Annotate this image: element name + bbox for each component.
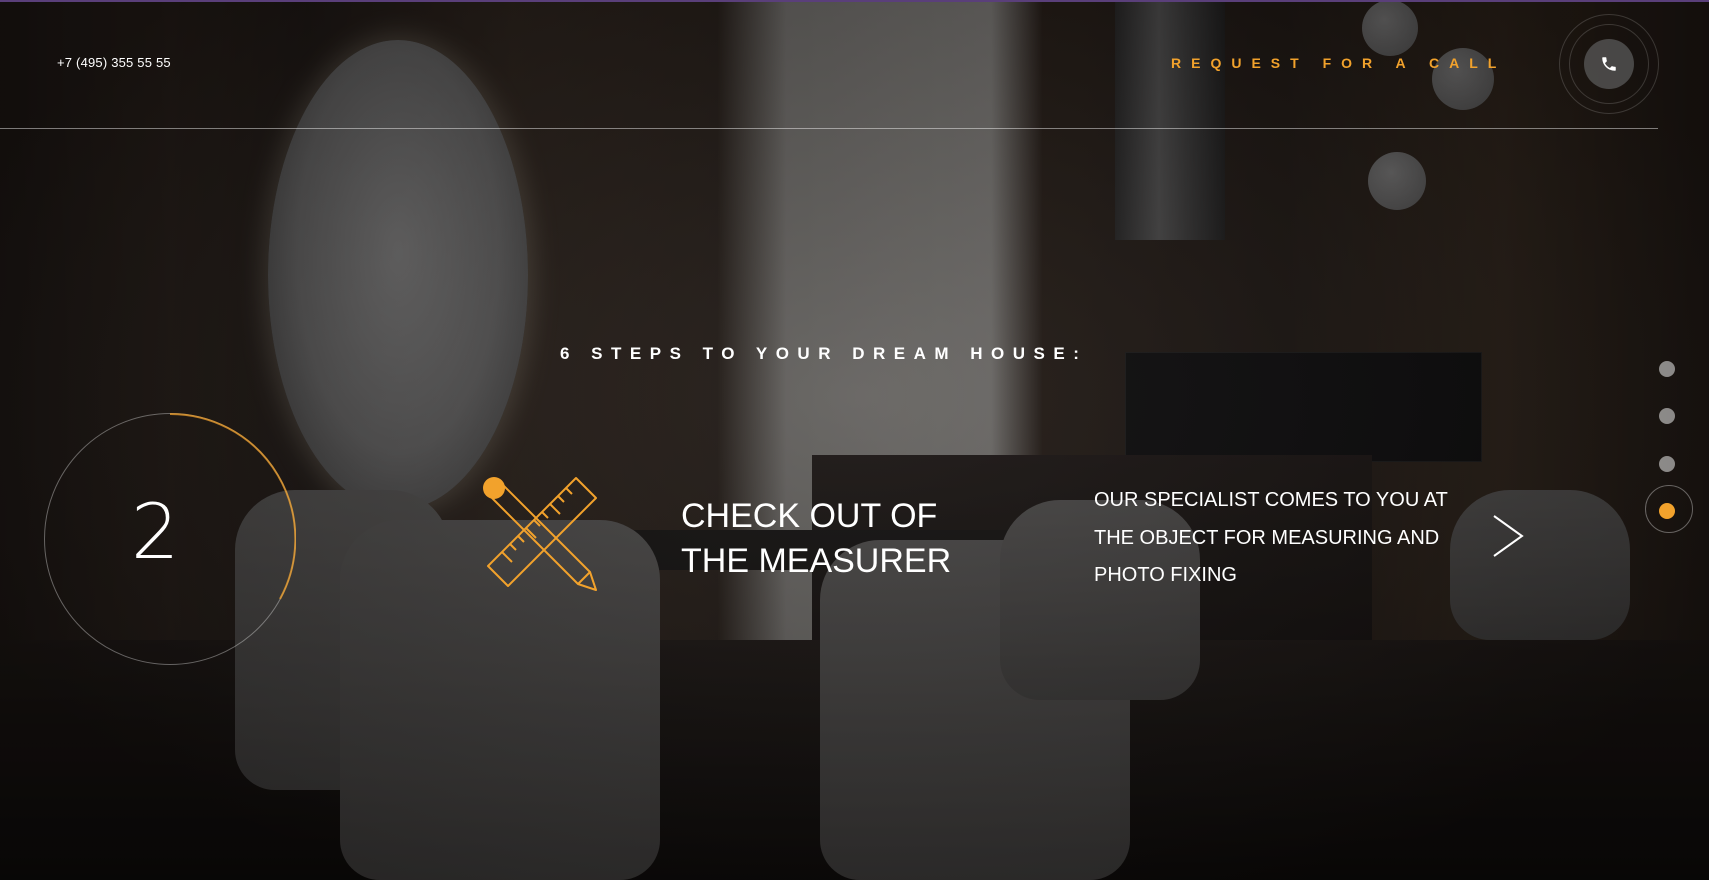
step-number: 2: [131, 487, 180, 576]
call-button-wrapper: [1559, 14, 1659, 114]
pencil-ruler-icon: [483, 477, 597, 591]
step-pagination: [1645, 358, 1695, 558]
steps-heading: 6 STEPS TO YOUR DREAM HOUSE:: [560, 344, 1088, 363]
step-title: CHECK OUT OF THE MEASURER: [681, 497, 952, 580]
header-divider: [0, 128, 1658, 129]
phone-link[interactable]: +7 (495) 355 55 55: [57, 55, 171, 70]
call-button[interactable]: [1584, 39, 1634, 89]
top-accent-line: [0, 0, 1709, 2]
phone-icon: [1602, 57, 1616, 71]
chevron-right-icon[interactable]: [1490, 512, 1526, 560]
pagination-dot-3[interactable]: [1659, 456, 1675, 472]
step-description: OUR SPECIALIST COMES TO YOU AT THE OBJEC…: [1094, 489, 1448, 586]
pagination-dot-1[interactable]: [1659, 361, 1675, 377]
request-call-link[interactable]: REQUEST FOR A CALL: [1171, 55, 1506, 71]
pagination-dot-4[interactable]: [1659, 503, 1675, 519]
pagination-dot-2[interactable]: [1659, 408, 1675, 424]
